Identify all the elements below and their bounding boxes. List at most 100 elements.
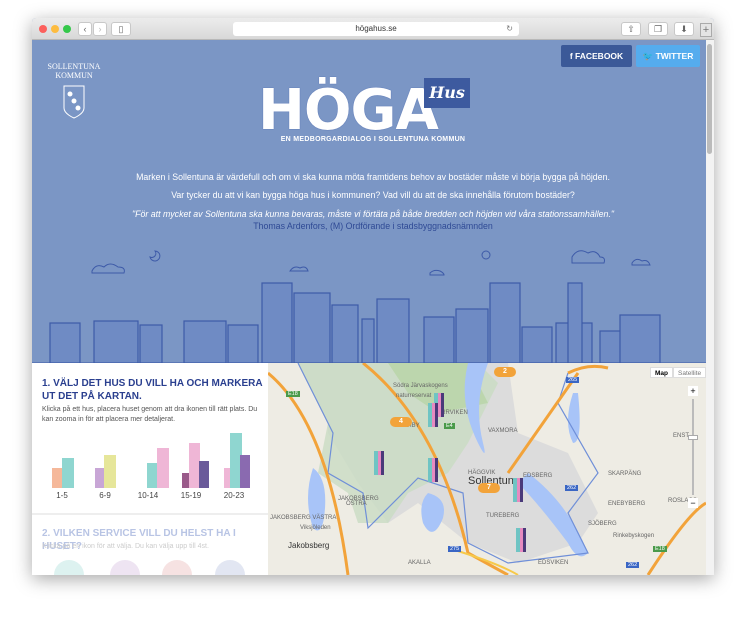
zoom-slider-handle[interactable]: [688, 435, 698, 440]
map-place-label: TUREBERG: [486, 513, 520, 519]
map-canvas[interactable]: [268, 363, 706, 575]
reload-icon[interactable]: ↻: [506, 22, 513, 36]
skyline-building: [361, 318, 375, 363]
map[interactable]: Södra Järvaskogens naturreservat VIBY TORRV…: [268, 363, 706, 575]
facebook-label: FACEBOOK: [575, 51, 624, 61]
map-place-label: VAXMORA: [488, 428, 518, 434]
map-house-marker[interactable]: [428, 403, 438, 427]
skyline-building: [261, 282, 293, 363]
skyline-building: [183, 320, 227, 363]
step2-text: Klicka på en ikon för att välja. Du kan …: [42, 543, 209, 550]
step-panel: 1. VÄLJ DET HUS DU VILL HA OCH MARKERA U…: [32, 363, 268, 575]
map-house-marker[interactable]: [513, 478, 523, 502]
intro-text-2: Var tycker du att vi kan bygga höga hus …: [171, 190, 575, 200]
map-place-label: SKARPÄNG: [608, 471, 642, 477]
scrollbar-thumb[interactable]: [707, 44, 712, 154]
scrollbar[interactable]: [706, 40, 714, 575]
hoga-logo: HÖGA: [258, 78, 439, 143]
share-icon[interactable]: ⇧: [621, 22, 641, 36]
map-place-label: AKALLA: [408, 560, 431, 566]
service-option-1[interactable]: [54, 560, 84, 575]
house-label: 6-9: [99, 491, 111, 500]
map-cluster-marker[interactable]: 4: [390, 417, 412, 427]
facebook-button[interactable]: f FACEBOOK: [561, 45, 632, 67]
map-cluster-marker[interactable]: 2: [494, 367, 516, 377]
building-icon: [95, 468, 105, 488]
map-house-marker[interactable]: [516, 528, 526, 552]
house-option-6-9[interactable]: [95, 455, 116, 488]
download-icon[interactable]: ⬇: [674, 22, 694, 36]
house-label: 1-5: [56, 491, 68, 500]
skyline-building: [455, 308, 489, 363]
skyline-building: [376, 298, 410, 363]
map-place-label: ÖSTRA: [346, 501, 367, 507]
building-icon: [157, 448, 169, 488]
skyline-building: [489, 282, 521, 363]
road-shield: E4: [444, 423, 455, 429]
service-option-3[interactable]: [162, 560, 192, 575]
road-shield: 265: [566, 377, 580, 383]
url-text: högahus.se: [355, 24, 397, 33]
road-shield: 275: [448, 546, 462, 552]
map-place-label: Rinkebyskogen: [613, 533, 655, 539]
new-tab-button[interactable]: +: [700, 23, 712, 37]
forward-button[interactable]: ›: [93, 22, 107, 36]
skyline-building: [139, 324, 163, 363]
service-option-4[interactable]: [215, 560, 245, 575]
skyline-building: [423, 316, 455, 363]
map-place-label: JAKOBSBERG VÄSTRA: [270, 515, 337, 521]
house-option-10-14[interactable]: [147, 448, 169, 488]
building-icon: [62, 458, 74, 488]
address-bar[interactable]: högahus.se ↻: [233, 22, 519, 36]
zoom-window-button[interactable]: [63, 25, 71, 33]
map-cluster-marker[interactable]: 7: [478, 483, 500, 493]
twitter-label: TWITTER: [655, 51, 694, 61]
map-place-label: Södra Järvaskogens: [393, 383, 448, 389]
twitter-button[interactable]: 🐦 TWITTER: [636, 45, 700, 67]
map-type-map-button[interactable]: Map: [650, 367, 673, 378]
skyline-building: [293, 292, 331, 363]
zoom-in-button[interactable]: +: [688, 386, 698, 396]
map-house-marker[interactable]: [374, 451, 384, 475]
coat-of-arms-icon: [63, 85, 85, 119]
building-icon: [147, 463, 158, 488]
map-type-satellite-button[interactable]: Satellite: [673, 367, 706, 378]
map-place-label: EDSBERG: [523, 473, 553, 479]
building-icon: [199, 461, 209, 488]
house-option-20-23[interactable]: [224, 433, 250, 488]
building-icon: [182, 473, 190, 488]
skyline-building: [331, 304, 359, 363]
skyline-building: [619, 314, 661, 363]
skyline-illustration: [32, 250, 706, 363]
logo-line1: SOLLENTUNA: [47, 62, 101, 71]
browser-toolbar: ‹ › ▯ högahus.se ↻ ⇧ ❐ ⬇ +: [32, 18, 714, 40]
building-icon: [240, 455, 250, 488]
map-place-label: SJÖBERG: [588, 521, 617, 527]
hus-badge: Hus: [424, 78, 470, 108]
close-window-button[interactable]: [39, 25, 47, 33]
house-option-15-19[interactable]: [182, 443, 209, 488]
building-icon: [189, 443, 200, 488]
sidebar-icon[interactable]: ▯: [111, 22, 131, 36]
skyline-building: [567, 282, 583, 363]
house-label: 10-14: [137, 491, 159, 500]
map-place-label: ENEBYBERG: [608, 501, 646, 507]
tabs-icon[interactable]: ❐: [648, 22, 668, 36]
skyline-building: [227, 324, 259, 363]
municipality-logo: SOLLENTUNA KOMMUN: [44, 62, 104, 122]
zoom-slider[interactable]: [692, 399, 694, 495]
map-house-marker[interactable]: [428, 458, 438, 482]
minimize-window-button[interactable]: [51, 25, 59, 33]
step1-title: 1. VÄLJ DET HUS DU VILL HA OCH MARKERA U…: [42, 378, 263, 402]
map-place-label: ENST: [673, 433, 690, 439]
road-shield: E18: [653, 546, 667, 552]
zoom-out-button[interactable]: −: [688, 498, 698, 508]
browser-window: ‹ › ▯ högahus.se ↻ ⇧ ❐ ⬇ + f FACEBOOK 🐦 T…: [32, 18, 714, 575]
step1-text: Klicka på ett hus, placera huset genom a…: [42, 406, 258, 423]
service-option-2[interactable]: [110, 560, 140, 575]
back-button[interactable]: ‹: [78, 22, 92, 36]
skyline-building: [49, 322, 81, 363]
house-option-1-5[interactable]: [52, 458, 74, 488]
divider: [32, 513, 268, 515]
skyline-building: [93, 320, 139, 363]
